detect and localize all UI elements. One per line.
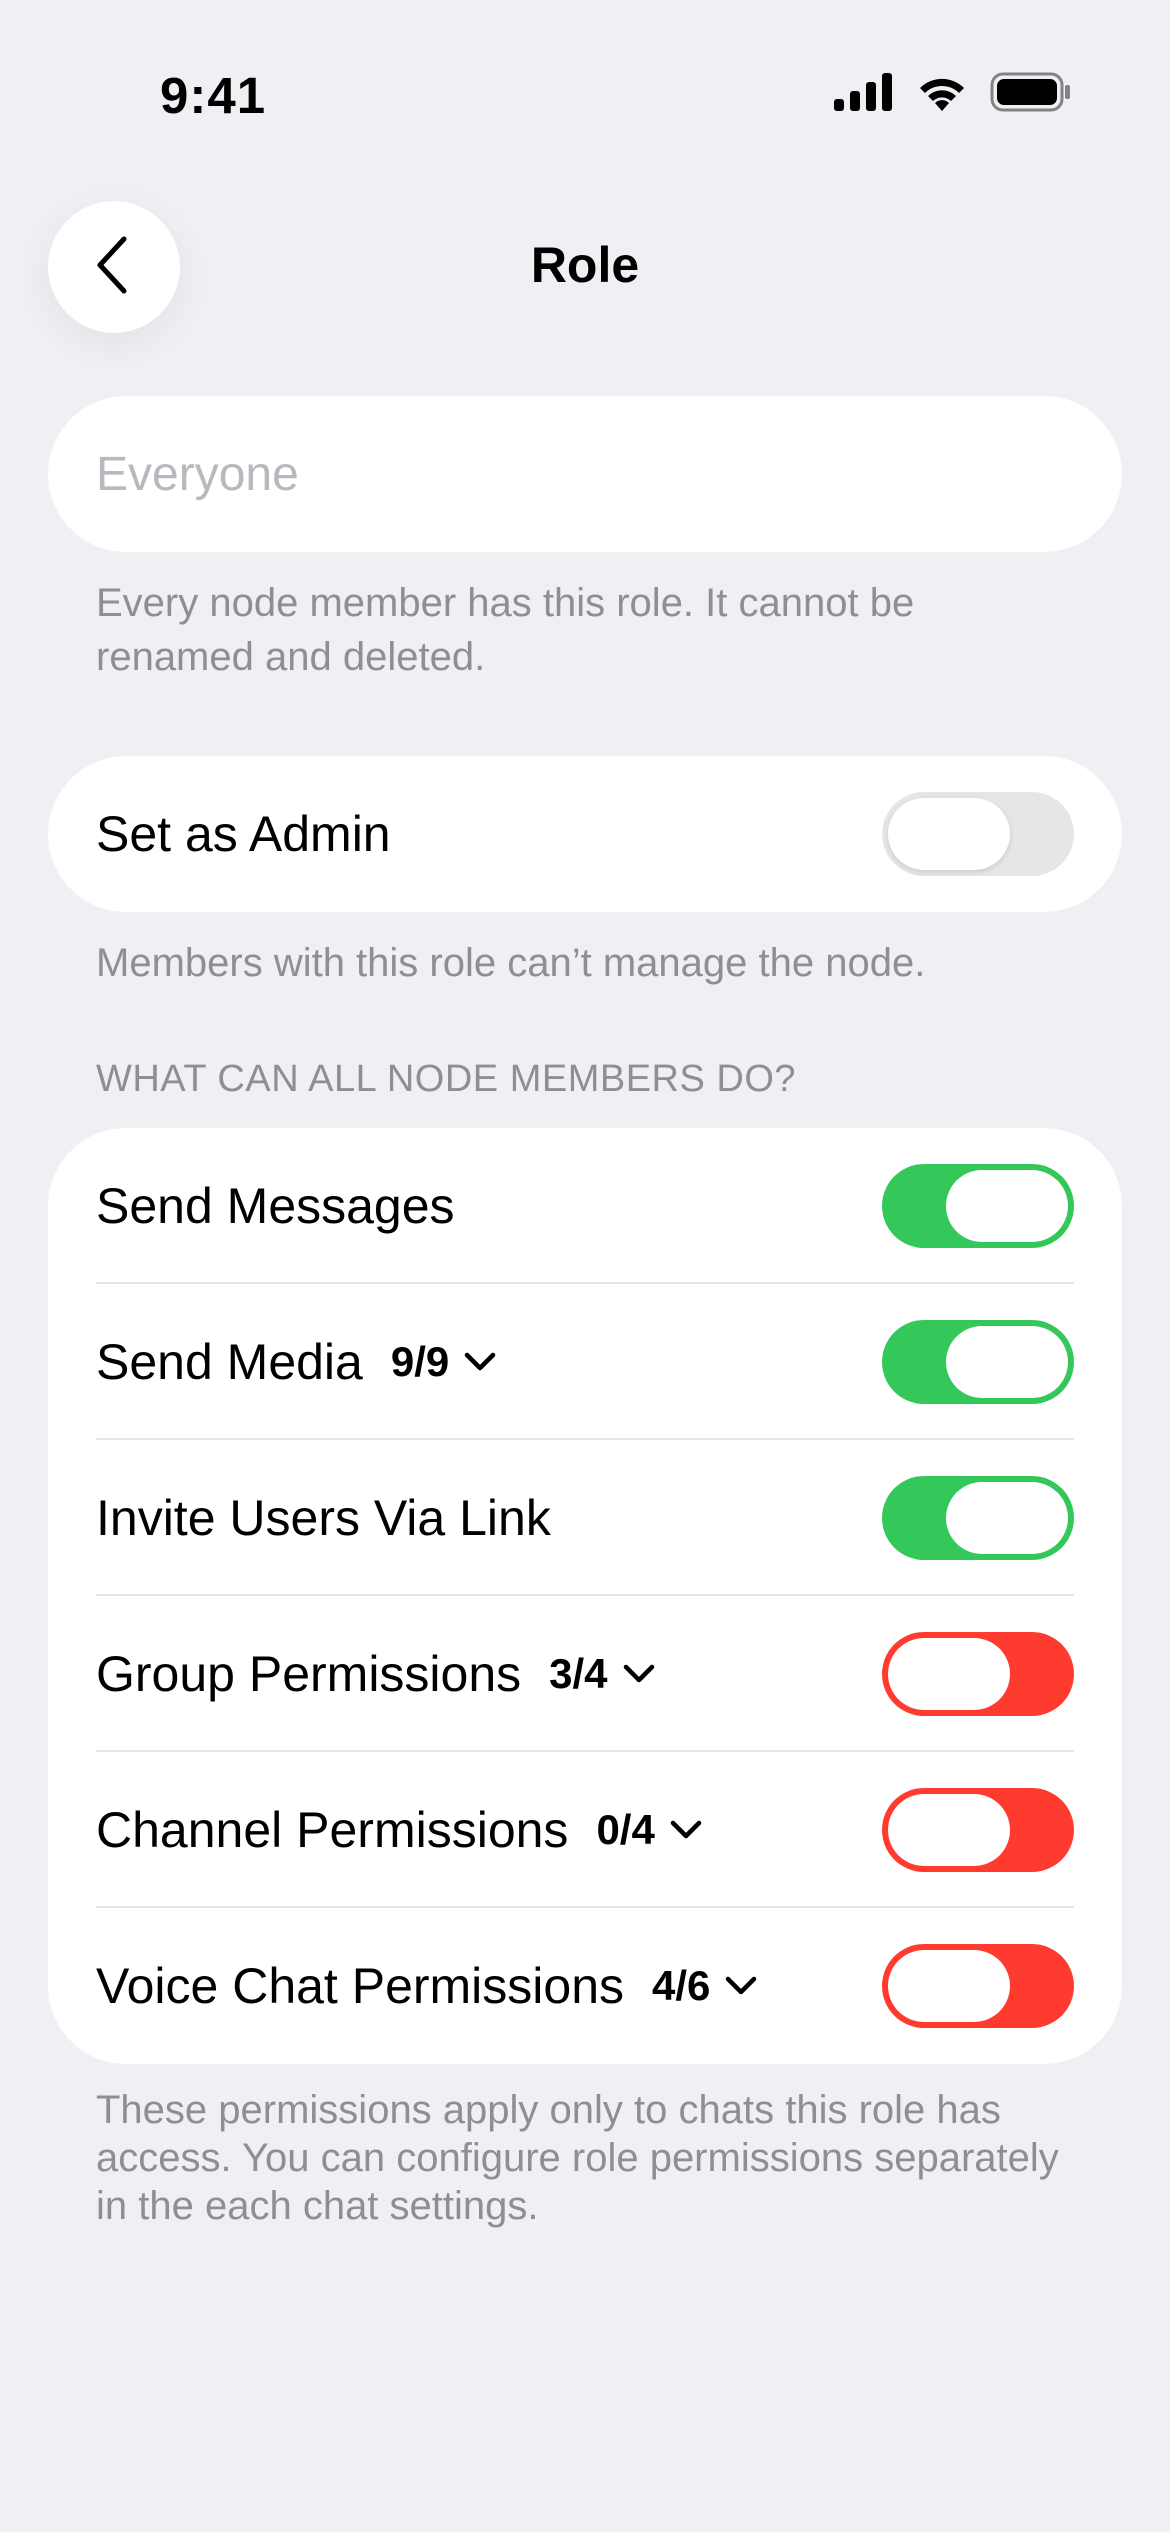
permission-row-send-media[interactable]: Send Media 9/9 <box>48 1284 1122 1440</box>
admin-toggle[interactable] <box>882 792 1074 876</box>
permission-label: Send Messages <box>96 1178 455 1234</box>
chevron-down-icon[interactable] <box>669 1819 703 1841</box>
permission-label: Group Permissions <box>96 1646 522 1702</box>
permission-row-send-messages[interactable]: Send Messages <box>48 1128 1122 1284</box>
chevron-down-icon[interactable] <box>622 1663 656 1685</box>
permission-label: Channel Permissions <box>96 1802 569 1858</box>
permissions-card: Send Messages Send Media 9/9 Invite User… <box>48 1128 1122 2064</box>
permission-count[interactable]: 9/9 <box>391 1338 449 1386</box>
send-media-toggle[interactable] <box>882 1320 1074 1404</box>
group-permissions-toggle[interactable] <box>882 1632 1074 1716</box>
permission-count[interactable]: 3/4 <box>549 1650 607 1698</box>
permissions-header: WHAT CAN ALL NODE MEMBERS DO? <box>96 1058 797 1100</box>
status-icons <box>834 72 1072 112</box>
permission-label: Voice Chat Permissions <box>96 1958 625 2014</box>
admin-card: Set as Admin <box>48 756 1122 912</box>
permission-count[interactable]: 4/6 <box>652 1962 710 2010</box>
voice-chat-permissions-toggle[interactable] <box>882 1944 1074 2028</box>
chevron-down-icon[interactable] <box>463 1351 497 1373</box>
role-name-input[interactable] <box>48 396 1122 552</box>
signal-icon <box>834 73 894 111</box>
permission-row-channel[interactable]: Channel Permissions 0/4 <box>48 1752 1122 1908</box>
chevron-down-icon[interactable] <box>724 1975 758 1997</box>
page-title: Role <box>530 237 640 293</box>
admin-label: Set as Admin <box>96 806 391 862</box>
permission-label: Send Media <box>96 1334 363 1390</box>
status-bar: 9:41 <box>0 0 1170 150</box>
admin-row[interactable]: Set as Admin <box>48 756 1122 912</box>
status-time: 9:41 <box>160 67 267 124</box>
permissions-note: These permissions apply only to chats th… <box>96 2088 1059 2228</box>
admin-note: Members with this role can’t manage the … <box>96 941 926 985</box>
permission-row-invite-users[interactable]: Invite Users Via Link <box>48 1440 1122 1596</box>
wifi-icon <box>916 73 968 111</box>
role-name-note: Every node member has this role. It cann… <box>96 581 915 679</box>
permission-label: Invite Users Via Link <box>96 1490 551 1546</box>
permission-row-voice-chat[interactable]: Voice Chat Permissions 4/6 <box>48 1908 1122 2064</box>
permission-count[interactable]: 0/4 <box>596 1806 654 1854</box>
send-messages-toggle[interactable] <box>882 1164 1074 1248</box>
invite-users-toggle[interactable] <box>882 1476 1074 1560</box>
role-screen: 9:41 Role Everyone Every node member has… <box>0 0 1170 2532</box>
permission-row-group[interactable]: Group Permissions 3/4 <box>48 1596 1122 1752</box>
channel-permissions-toggle[interactable] <box>882 1788 1074 1872</box>
battery-icon <box>990 72 1072 112</box>
